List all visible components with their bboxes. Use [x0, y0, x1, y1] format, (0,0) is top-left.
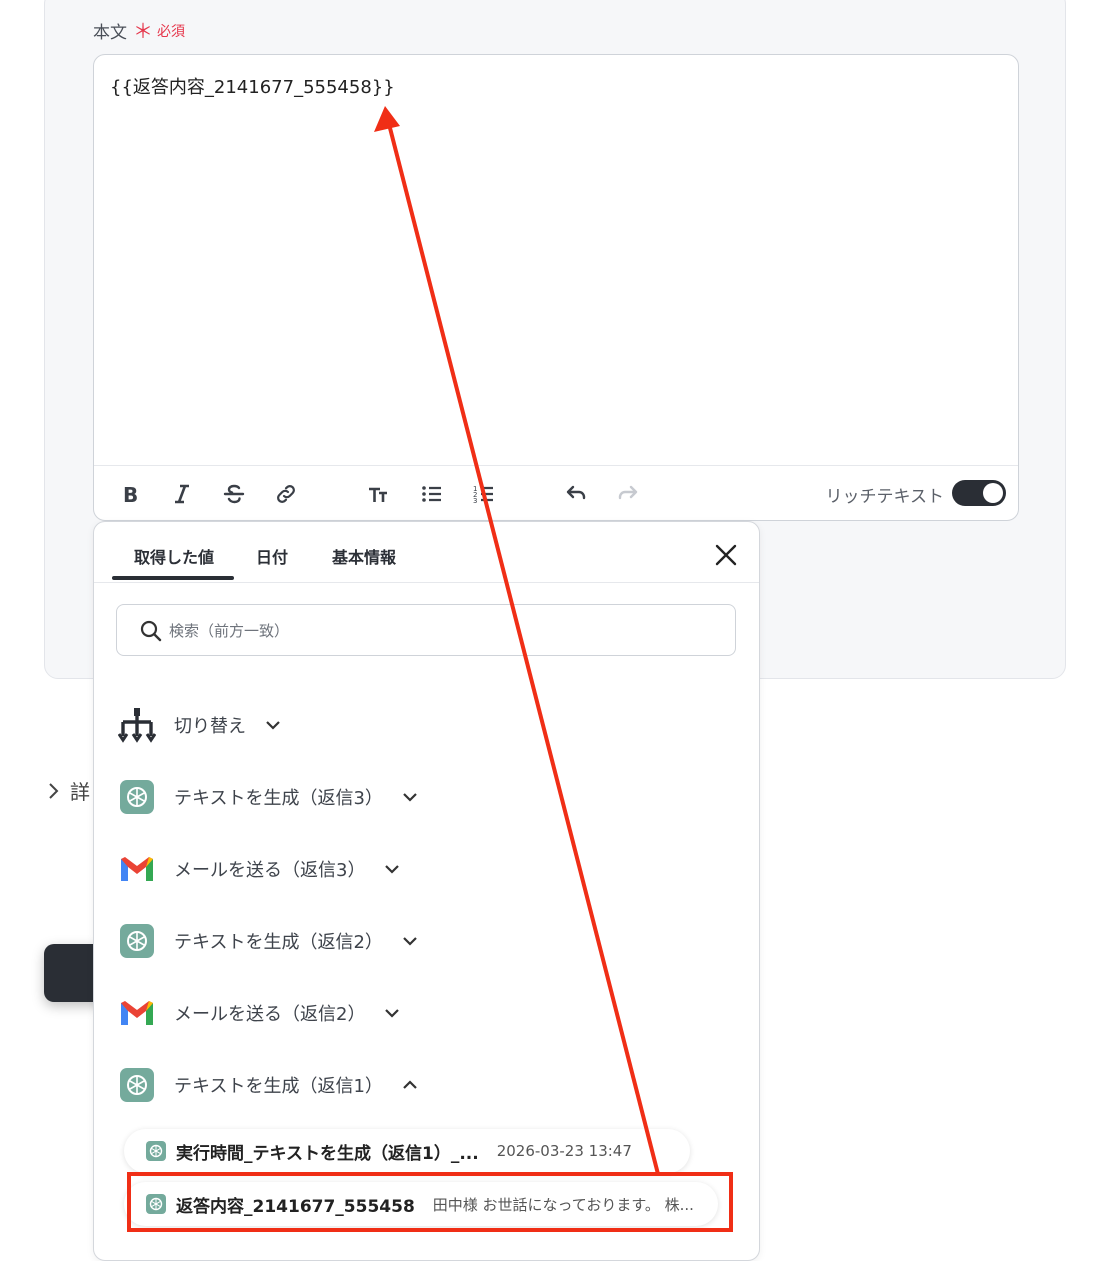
- group-label: テキストを生成（返信1）: [174, 1076, 383, 1097]
- bold-button[interactable]: B: [116, 480, 144, 508]
- tab-basic-info[interactable]: 基本情報: [332, 544, 396, 568]
- value-item-exec-time[interactable]: 実行時間_テキストを生成（返信1）_... 2026-03-23 13:47: [124, 1129, 690, 1173]
- chatgpt-icon: [146, 1141, 166, 1161]
- body-label-text: 本文: [93, 23, 127, 43]
- group-switch[interactable]: 切り替え: [118, 705, 282, 745]
- strikethrough-icon: [223, 484, 245, 504]
- details-label: 詳: [70, 780, 90, 804]
- group-generate-text-reply3[interactable]: テキストを生成（返信3）: [118, 777, 419, 817]
- search-input[interactable]: [167, 615, 711, 647]
- search-box: [116, 604, 736, 656]
- close-icon[interactable]: [713, 542, 739, 568]
- chevron-down-icon: [403, 793, 417, 802]
- group-label: メールを送る（返信2）: [174, 1004, 366, 1025]
- chatgpt-icon: [118, 922, 156, 960]
- group-label: テキストを生成（返信2）: [174, 932, 383, 953]
- bold-icon: B: [123, 483, 138, 506]
- chevron-up-icon: [403, 1080, 417, 1089]
- bullet-list-button[interactable]: [418, 480, 446, 508]
- text-size-icon: [369, 487, 387, 502]
- active-tab-indicator: [112, 576, 234, 580]
- item-name: 返答内容_2141677_555458: [176, 1196, 415, 1217]
- undo-icon: [566, 485, 586, 500]
- redo-icon: [618, 485, 638, 500]
- rich-text-label: リッチテキスト: [825, 487, 945, 507]
- group-generate-text-reply2[interactable]: テキストを生成（返信2）: [118, 921, 419, 961]
- italic-icon: [175, 484, 189, 504]
- strikethrough-button[interactable]: [220, 480, 248, 508]
- tab-date[interactable]: 日付: [256, 544, 288, 568]
- value-item-reply-content[interactable]: 返答内容_2141677_555458 田中様 お世話になっております。 株..…: [124, 1182, 718, 1226]
- chevron-down-icon: [385, 865, 400, 874]
- body-editor[interactable]: {{返答内容_2141677_555458}} B 123 リッチテキスト: [93, 54, 1019, 521]
- group-label: 切り替え: [174, 716, 246, 737]
- chatgpt-icon: [146, 1194, 166, 1214]
- details-expander[interactable]: 詳: [46, 776, 90, 805]
- gmail-icon: [118, 994, 156, 1032]
- chatgpt-icon: [118, 778, 156, 816]
- required-text: 必須: [157, 23, 185, 40]
- editor-toolbar: B 123 リッチテキスト: [94, 465, 1018, 520]
- item-value: 田中様 お世話になっております。 株...: [432, 1195, 694, 1214]
- body-field-label: 本文 ＊ 必須: [93, 18, 185, 44]
- gmail-icon: [118, 850, 156, 888]
- numbered-list-button[interactable]: 123: [470, 480, 498, 508]
- tab-acquired-values[interactable]: 取得した値: [134, 544, 214, 568]
- group-send-mail-reply2[interactable]: メールを送る（返信2）: [118, 993, 401, 1033]
- rich-text-toggle[interactable]: [952, 480, 1006, 506]
- item-name: 実行時間_テキストを生成（返信1）_...: [176, 1143, 479, 1164]
- text-size-button[interactable]: [364, 480, 392, 508]
- undo-button[interactable]: [562, 480, 590, 508]
- required-star: ＊: [133, 18, 153, 43]
- group-send-mail-reply3[interactable]: メールを送る（返信3）: [118, 849, 401, 889]
- group-generate-text-reply1[interactable]: テキストを生成（返信1）: [118, 1065, 419, 1105]
- branch-icon: [118, 706, 156, 744]
- chevron-right-icon: [49, 782, 59, 799]
- toggle-knob: [983, 483, 1003, 503]
- svg-text:3: 3: [473, 497, 477, 505]
- chatgpt-icon: [118, 1066, 156, 1104]
- redo-button[interactable]: [614, 480, 642, 508]
- italic-button[interactable]: [168, 480, 196, 508]
- search-icon: [140, 620, 162, 642]
- picker-tabs: 取得した値 日付 基本情報: [94, 522, 759, 583]
- link-icon: [277, 485, 295, 503]
- group-label: テキストを生成（返信3）: [174, 788, 383, 809]
- svg-text:B: B: [123, 483, 138, 506]
- link-button[interactable]: [272, 480, 300, 508]
- chevron-down-icon: [266, 721, 280, 730]
- group-label: メールを送る（返信3）: [174, 860, 366, 881]
- bullet-list-icon: [422, 486, 441, 502]
- chevron-down-icon: [385, 1009, 400, 1018]
- item-value: 2026-03-23 13:47: [496, 1142, 632, 1160]
- editor-content[interactable]: {{返答内容_2141677_555458}}: [110, 73, 395, 99]
- chevron-down-icon: [403, 937, 417, 946]
- numbered-list-icon: 123: [473, 485, 493, 505]
- variable-picker-popup: 取得した値 日付 基本情報 切り替え テキストを生成（返信3）: [93, 521, 760, 1261]
